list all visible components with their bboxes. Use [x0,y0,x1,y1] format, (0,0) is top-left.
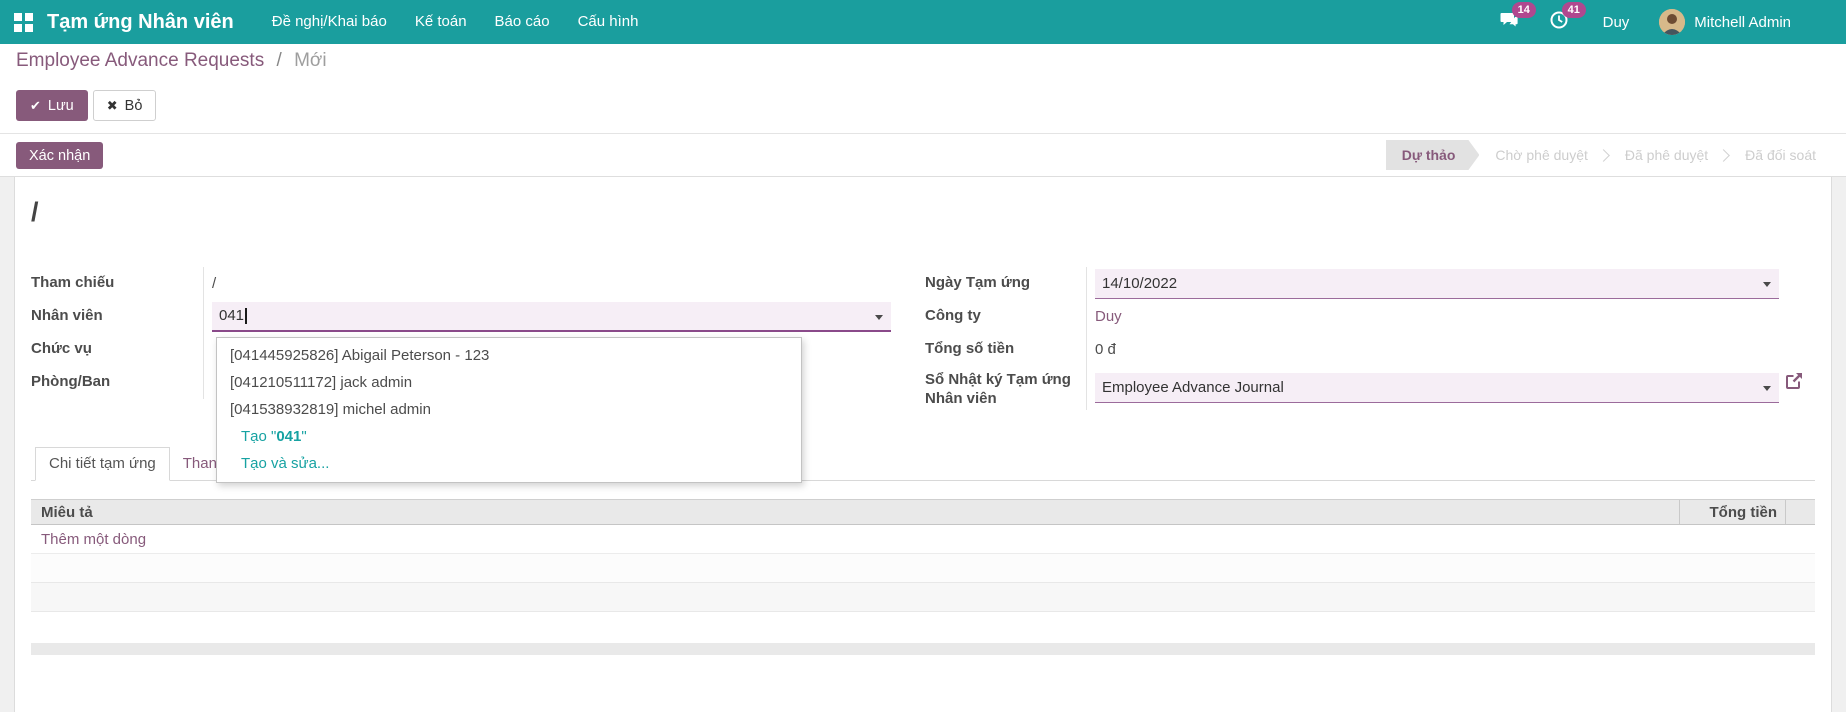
navbar: Tạm ứng Nhân viên Đề nghị/Khai báo Kế to… [0,0,1846,44]
advance-date-value: 14/10/2022 [1102,274,1178,292]
apps-grid-square [25,23,33,32]
apps-grid-square [14,23,22,32]
form-sheet: / Tham chiếu / Nhân viên 041 Chức vụ Phò… [14,177,1832,712]
tab-chi-tiet-tam-ung[interactable]: Chi tiết tạm ứng [35,447,170,481]
advance-date-input[interactable]: 14/10/2022 [1095,268,1779,299]
field-row-cong-ty: Công ty Duy [925,300,1779,333]
statusbar: Xác nhận Dự thảo Chờ phê duyệt Đã phê du… [0,134,1846,177]
apps-grid-square [25,12,33,21]
discard-button-label: Bỏ [124,97,143,114]
check-icon: ✔ [30,97,41,113]
dropdown-caret-icon[interactable] [1763,386,1771,391]
add-line-link[interactable]: Thêm một dòng [31,525,1815,554]
activities-count-badge: 41 [1561,1,1586,18]
field-value-cong-ty: Duy [1086,300,1779,333]
field-value-tham-chieu: / [203,267,891,300]
dropdown-caret-icon[interactable] [1763,281,1771,287]
field-row-so-nhat-ky: Sổ Nhật ký Tạm ứng Nhân viên Employee Ad… [925,366,1802,410]
breadcrumb-current: Mới [294,50,327,71]
field-label-so-nhat-ky: Sổ Nhật ký Tạm ứng Nhân viên [925,371,1071,407]
confirm-button[interactable]: Xác nhận [16,142,104,169]
field-value-ngay-tam-ung: 14/10/2022 [1086,267,1779,300]
status-step-da-phe-duyet[interactable]: Đã phê duyệt [1609,140,1724,170]
x-icon: ✖ [106,97,118,113]
messages-count-badge: 14 [1511,1,1536,18]
external-link-icon [1786,373,1802,389]
create-suffix: " [301,428,307,445]
status-step-cho-phe-duyet[interactable]: Chờ phê duyệt [1479,140,1603,170]
apps-grid-square [14,12,22,21]
journal-input[interactable]: Employee Advance Journal [1095,373,1779,403]
field-value-so-nhat-ky: Employee Advance Journal [1086,366,1802,410]
avatar-image [1659,9,1686,35]
table-row [31,612,1815,641]
advance-lines-table: Miêu tả Tổng tiền Thêm một dòng [31,499,1815,655]
employee-input-value: 041 [219,307,245,324]
dropdown-create-edit-option[interactable]: Tạo và sửa... [217,450,801,477]
column-header-extra [1785,500,1815,524]
dropdown-create-option[interactable]: Tạo "041" [217,423,801,450]
field-value-tong-so-tien: 0 đ [1086,333,1779,366]
record-title: / [31,197,39,227]
field-row-ngay-tam-ung: Ngày Tạm ứng 14/10/2022 [925,267,1779,300]
status-steps: Dự thảo Chờ phê duyệt Đã phê duyệt Đã đố… [1386,140,1832,170]
user-menu[interactable]: Mitchell Admin [1694,14,1791,31]
save-button[interactable]: ✔ Lưu [16,90,88,121]
menu-de-nghi-khai-bao[interactable]: Đề nghị/Khai báo [258,0,401,44]
journal-value: Employee Advance Journal [1102,379,1284,396]
navbar-right: 14 41 Duy Mitchell Admin [1499,1,1791,35]
breadcrumb-separator: / [276,50,282,71]
field-label-phong-ban: Phòng/Ban [31,373,111,391]
table-footer-bar [31,643,1815,655]
field-row-tong-so-tien: Tổng số tiền 0 đ [925,333,1779,366]
status-step-du-thao[interactable]: Dự thảo [1386,140,1480,170]
control-panel-buttons: ✔ Lưu ✖ Bỏ [16,90,157,121]
app-title[interactable]: Tạm ứng Nhân viên [47,11,234,34]
external-link-button[interactable] [1785,371,1804,394]
nav-menus: Đề nghị/Khai báo Kế toán Báo cáo Cấu hìn… [258,0,653,44]
field-row-tham-chieu: Tham chiếu / [31,267,891,300]
menu-bao-cao[interactable]: Báo cáo [481,0,564,44]
company-link[interactable]: Duy [1095,308,1122,325]
field-value-nhan-vien: 041 [203,300,891,333]
dropdown-option[interactable]: [041210511172] jack admin [217,369,801,396]
menu-ke-toan[interactable]: Kế toán [401,0,481,44]
column-header-mieu-ta[interactable]: Miêu tả [31,500,1679,524]
field-row-nhan-vien: Nhân viên 041 [31,300,891,333]
company-switcher[interactable]: Duy [1603,14,1630,31]
column-header-tong-tien[interactable]: Tổng tiền [1679,500,1785,524]
content-area: / Tham chiếu / Nhân viên 041 Chức vụ Phò… [0,177,1846,712]
breadcrumb: Employee Advance Requests / Mới [16,50,327,72]
field-label-chuc-vu: Chức vụ [31,340,92,358]
field-label-tham-chieu: Tham chiếu [31,274,115,292]
messages-button[interactable]: 14 [1499,1,1536,35]
dropdown-caret-icon[interactable] [875,314,883,320]
employee-autocomplete-dropdown: [041445925826] Abigail Peterson - 123 [0… [216,337,802,483]
table-row [31,554,1815,583]
create-term: 041 [276,428,302,445]
table-row [31,583,1815,612]
discard-button[interactable]: ✖ Bỏ [92,90,157,121]
user-avatar[interactable] [1659,9,1686,35]
field-label-nhan-vien: Nhân viên [31,307,103,325]
field-group-right: Ngày Tạm ứng 14/10/2022 Công ty Duy Tổng… [925,267,1802,410]
create-prefix: Tạo " [241,428,277,445]
breadcrumb-parent-link[interactable]: Employee Advance Requests [16,50,264,71]
table-header-row: Miêu tả Tổng tiền [31,499,1815,525]
menu-cau-hinh[interactable]: Cấu hình [564,0,653,44]
save-button-label: Lưu [47,97,74,114]
dropdown-option[interactable]: [041445925826] Abigail Peterson - 123 [217,342,801,369]
field-label-cong-ty: Công ty [925,307,981,325]
dropdown-option[interactable]: [041538932819] michel admin [217,396,801,423]
apps-menu-icon[interactable] [14,12,33,32]
status-step-da-doi-soat[interactable]: Đã đối soát [1729,140,1832,170]
employee-input[interactable]: 041 [212,301,891,332]
field-label-tong-so-tien: Tổng số tiền [925,340,1015,358]
activities-button[interactable]: 41 [1549,1,1586,35]
text-cursor [245,307,247,324]
field-label-ngay-tam-ung: Ngày Tạm ứng [925,274,1031,292]
